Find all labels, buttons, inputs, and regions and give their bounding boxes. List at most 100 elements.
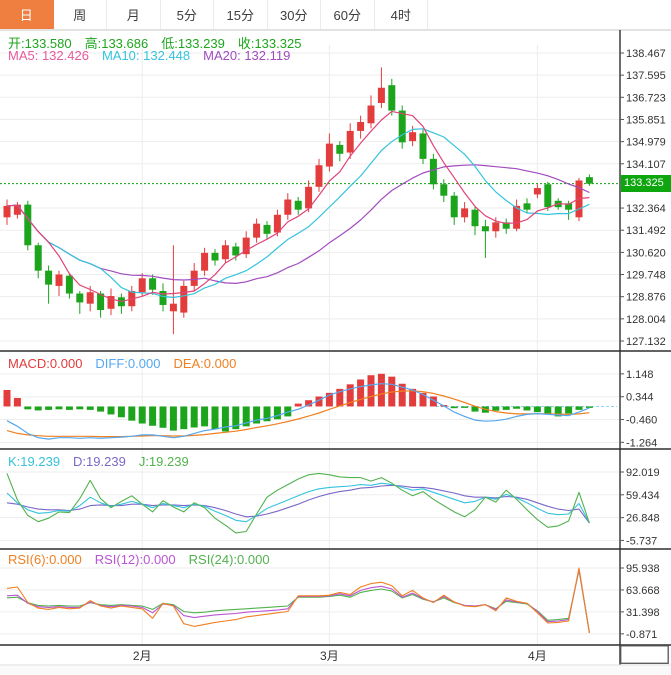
macd-bar: [35, 406, 42, 410]
kdj-axis-label: -5.737: [626, 535, 657, 547]
month-label: 2月: [133, 649, 152, 663]
candle-body: [378, 88, 385, 103]
macd-bar: [357, 379, 364, 406]
macd-bar: [108, 406, 115, 414]
candle-body: [87, 292, 94, 303]
rsi-item-0: RSI(6):0.000: [8, 552, 82, 567]
rsi-24-line: [7, 570, 589, 632]
rsi-axis-label: 31.398: [626, 607, 660, 619]
kdj-item-2: J:19.239: [139, 454, 189, 469]
candle-body: [472, 210, 479, 227]
candle-body: [139, 278, 146, 292]
macd-bar: [87, 406, 94, 409]
kdj-item-0: K:19.239: [8, 454, 60, 469]
candle-body: [451, 196, 458, 218]
dea-line: [7, 391, 589, 437]
chart-canvas: 138.467137.595136.723135.851134.979134.1…: [0, 0, 671, 675]
macd-bar: [170, 406, 177, 430]
candle-body: [284, 200, 291, 215]
candle-body: [191, 271, 198, 286]
kdj-axis-label: 26.848: [626, 513, 660, 525]
macd-bar: [24, 406, 31, 409]
candle-body: [316, 165, 323, 187]
candle-body: [388, 85, 395, 110]
candle-body: [232, 247, 239, 256]
rsi-6-line: [7, 568, 589, 633]
macd-axis-label: -0.460: [626, 415, 657, 427]
price-axis-label: 131.492: [626, 225, 666, 237]
price-axis-label: 130.620: [626, 247, 666, 259]
candle-body: [336, 145, 343, 154]
macd-bar: [378, 374, 385, 407]
rsi-12-line: [7, 569, 589, 632]
month-label: 4月: [528, 649, 547, 663]
candle-body: [440, 184, 447, 195]
candle-body: [399, 111, 406, 143]
macd-bar: [534, 406, 541, 412]
candle-body: [24, 205, 31, 246]
price-axis-label: 129.748: [626, 270, 666, 282]
candle-body: [253, 224, 260, 238]
ma-legend: MA5: 132.426MA10: 132.448MA20: 132.119: [8, 48, 303, 63]
candle-body: [201, 253, 208, 271]
macd-axis-label: -1.264: [626, 437, 657, 449]
candle-body: [492, 222, 499, 231]
macd-bar: [128, 406, 135, 420]
kdj-item-1: D:19.239: [73, 454, 126, 469]
macd-bar: [76, 406, 83, 409]
macd-axis-label: 1.148: [626, 369, 654, 381]
macd-legend: MACD:0.000DIFF:0.000DEA:0.000: [8, 356, 249, 371]
kdj-axis-label: 59.434: [626, 490, 660, 502]
candle-body: [430, 159, 437, 184]
macd-bar: [56, 406, 63, 409]
macd-bar: [139, 406, 146, 423]
current-price-badge: 133.325: [621, 175, 671, 192]
candle-body: [524, 203, 531, 209]
diff-line: [7, 384, 589, 439]
macd-item-0: MACD:0.000: [8, 356, 82, 371]
macd-bar: [118, 406, 125, 417]
price-axis-label: 137.595: [626, 70, 666, 82]
price-axis-label: 136.723: [626, 92, 666, 104]
macd-bar: [274, 406, 281, 419]
macd-bar: [492, 406, 499, 410]
price-axis-label: 138.467: [626, 48, 666, 60]
candle-body: [264, 225, 271, 234]
candle-body: [347, 131, 354, 153]
ma-item-1: MA10: 132.448: [102, 48, 190, 63]
candle-body: [76, 294, 83, 303]
candle-body: [222, 245, 229, 259]
price-axis-label: 134.107: [626, 159, 666, 171]
macd-bar: [180, 406, 187, 429]
candle-body: [295, 201, 302, 210]
price-axis-label: 128.004: [626, 314, 666, 326]
candle-body: [4, 206, 11, 217]
candle-body: [35, 245, 42, 270]
candle-body: [368, 106, 375, 124]
macd-bar: [576, 406, 583, 409]
rsi-axis-label: 63.668: [626, 585, 660, 597]
price-axis-label: 134.979: [626, 137, 666, 149]
month-label: 3月: [320, 649, 339, 663]
macd-bar: [513, 406, 520, 408]
candle-body: [586, 177, 593, 183]
candle-body: [149, 278, 156, 289]
candle-body: [45, 271, 52, 285]
rsi-axis-label: 95.938: [626, 563, 660, 575]
candle-body: [482, 226, 489, 231]
rsi-axis-label: -0.871: [626, 629, 657, 641]
macd-bar: [66, 406, 73, 409]
candle-body: [461, 208, 468, 217]
axis-corner-box: [621, 646, 669, 664]
macd-bar: [191, 406, 198, 427]
macd-bar: [544, 406, 551, 414]
macd-bar: [45, 406, 52, 409]
macd-bar: [4, 390, 11, 406]
rsi-item-2: RSI(24):0.000: [189, 552, 270, 567]
candle-body: [544, 184, 551, 207]
candle-body: [170, 304, 177, 312]
candle-body: [56, 274, 63, 285]
macd-bar: [295, 404, 302, 407]
macd-item-1: DIFF:0.000: [95, 356, 160, 371]
candle-body: [66, 276, 73, 294]
